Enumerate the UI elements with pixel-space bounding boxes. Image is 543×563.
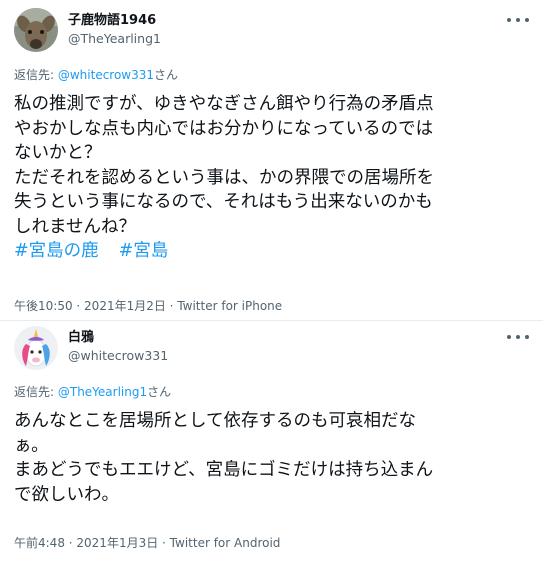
meta-separator: · [72, 299, 85, 313]
tweet-1: 子鹿物語1946 @TheYearling1 返信先: @whitecrow33… [0, 0, 543, 320]
tweet-text: 私の推測ですが、ゆきやなぎさん餌やり行為の矛盾点 やおかしな点も内心ではお分かり… [14, 92, 534, 264]
reply-suffix: さん [154, 68, 179, 82]
tweet-text-line: で欲しいわ。 [14, 484, 119, 505]
reply-suffix: さん [147, 385, 172, 399]
tweet-client: Twitter for Android [169, 536, 281, 550]
tweet-time[interactable]: 午後10:50 [14, 299, 73, 313]
reply-prefix: 返信先: [14, 385, 58, 399]
avatar-unicorn[interactable] [14, 326, 58, 370]
reply-handle-link[interactable]: @TheYearling1 [58, 385, 147, 399]
tweet-text-line: しれませんね？ [14, 216, 136, 237]
more-options-icon[interactable] [507, 331, 529, 343]
hashtag-link[interactable]: #宮島の鹿 [14, 241, 99, 261]
tweet-text-line: ないかと？ [14, 143, 102, 163]
meta-separator: · [158, 536, 170, 550]
tweet-text-line: あんなとこを居場所として依存するのも可哀相だな [14, 411, 416, 431]
hashtag-link[interactable]: #宮島 [119, 241, 169, 261]
tweet-text-line: やおかしな点も内心ではお分かりになっているのでは [14, 118, 434, 139]
tweet-text-line: 私の推測ですが、ゆきやなぎさん餌やり行為の矛盾点 [14, 94, 434, 114]
tweet-text-line: 失うという事になるので、それはもう出来ないのかも [14, 192, 433, 212]
unicorn-avatar-image [14, 326, 58, 370]
reply-to: 返信先: @whitecrow331さん [14, 66, 178, 83]
user-handle[interactable]: @TheYearling1 [68, 31, 161, 47]
user-info[interactable]: 子鹿物語1946 @TheYearling1 [68, 13, 161, 47]
reply-to: 返信先: @TheYearling1さん [14, 383, 171, 400]
deer-avatar-image [14, 8, 58, 52]
tweet-metadata: 午後10:50 · 2021年1月2日 · Twitter for iPhone [14, 297, 282, 314]
avatar-deer[interactable] [14, 8, 58, 52]
user-info[interactable]: 白鴉 @whitecrow331 [68, 330, 168, 364]
display-name[interactable]: 白鴉 [68, 330, 168, 346]
reply-handle-link[interactable]: @whitecrow331 [58, 68, 154, 82]
tweet-2: 白鴉 @whitecrow331 返信先: @TheYearling1さん あん… [0, 321, 543, 563]
hashtags: #宮島の鹿 #宮島 [14, 239, 534, 264]
more-options-icon[interactable] [507, 14, 529, 26]
reply-prefix: 返信先: [14, 68, 58, 82]
meta-separator: · [165, 299, 178, 313]
tweet-text-line: まあどうでもエエけど、宮島にゴミだけは持ち込まん [14, 460, 434, 480]
meta-separator: · [64, 536, 77, 550]
tweet-text: あんなとこを居場所として依存するのも可哀相だな ぁ。 まあどうでもエエけど、宮島… [14, 409, 534, 507]
tweet-date[interactable]: 2021年1月3日 [76, 536, 158, 550]
tweet-metadata: 午前4:48 · 2021年1月3日 · Twitter for Android [14, 534, 280, 551]
tweet-date[interactable]: 2021年1月2日 [84, 299, 166, 313]
tweet-text-line: ただそれを認めるという事は、かの界隈での居場所を [14, 167, 434, 188]
tweet-text-line: ぁ。 [14, 435, 49, 456]
tweet-time[interactable]: 午前4:48 [14, 536, 65, 550]
tweet-client: Twitter for iPhone [177, 299, 283, 313]
user-handle[interactable]: @whitecrow331 [68, 348, 168, 364]
display-name[interactable]: 子鹿物語1946 [68, 13, 161, 29]
